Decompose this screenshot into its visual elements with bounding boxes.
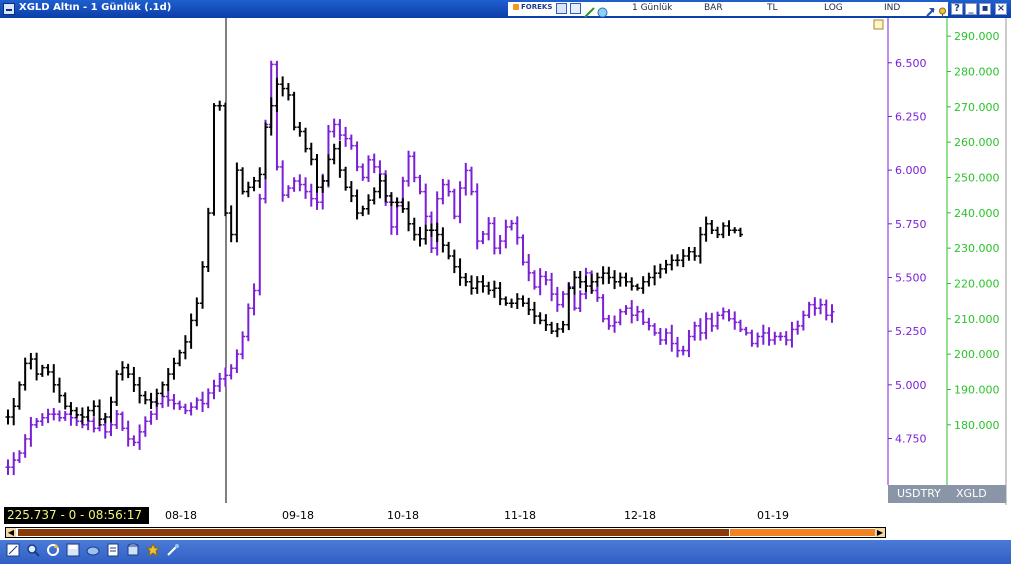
xgld-axis-label: 190.000: [954, 383, 1000, 396]
close-button[interactable]: ×: [995, 3, 1007, 15]
table-icon[interactable]: [570, 3, 581, 14]
month-label: 12-18: [624, 509, 656, 522]
save-icon[interactable]: [66, 543, 80, 557]
price-chart[interactable]: 4.750 5.000 5.250 5.500 5.750 6.000 6.250 6.500…: [0, 18, 1011, 505]
usdtry-axis-label: 5.500: [895, 271, 927, 284]
xgld-axis-label: 270.000: [954, 101, 1000, 114]
chart-toolbar: FOREKS ◂ ▾ 1 Günlük BAR TL LOG IND: [508, 2, 948, 18]
layers-icon[interactable]: [86, 543, 100, 557]
help-button[interactable]: ?: [951, 3, 963, 15]
month-label: 09-18: [282, 509, 314, 522]
draw-pencil-icon[interactable]: [584, 3, 595, 18]
bar-button[interactable]: BAR: [704, 3, 723, 13]
window-title: XGLD Altın - 1 Günlük (.1d): [19, 2, 172, 13]
pin-icon[interactable]: [937, 3, 948, 18]
settings-icon[interactable]: [166, 543, 180, 557]
xgld-axis-label: 200.000: [954, 348, 1000, 361]
xgld-axis-label: 210.000: [954, 313, 1000, 326]
search-icon[interactable]: [26, 543, 40, 557]
foreks-logo: FOREKS: [513, 3, 552, 11]
usdtry-axis-label: 4.750: [895, 433, 927, 446]
usdtry-axis-label: 5.250: [895, 325, 927, 338]
document-icon[interactable]: [106, 543, 120, 557]
xgld-axis-label: 290.000: [954, 30, 1000, 43]
xgld-axis-label: 230.000: [954, 242, 1000, 255]
log-button[interactable]: LOG: [824, 3, 843, 13]
refresh-icon[interactable]: [46, 543, 60, 557]
usdtry-axis-label: 5.750: [895, 218, 927, 231]
xgld-axis-label: 180.000: [954, 419, 1000, 432]
scroll-right-icon[interactable]: ▶: [875, 528, 885, 537]
usdtry-axis-label: 6.000: [895, 164, 927, 177]
period-selector[interactable]: 1 Günlük: [632, 3, 672, 13]
expand-arrow-icon[interactable]: [925, 3, 936, 17]
tl-button[interactable]: TL: [767, 3, 778, 13]
scroll-left-icon[interactable]: ◀: [6, 528, 16, 537]
scroll-thumb[interactable]: [730, 529, 875, 536]
usdtry-axis-label: 6.250: [895, 110, 927, 123]
restore-button[interactable]: ▪: [979, 3, 991, 15]
ind-button[interactable]: IND: [884, 3, 900, 13]
xgld-axis-label: 280.000: [954, 66, 1000, 79]
xgld-axis-label: 240.000: [954, 207, 1000, 220]
legend-xgld: XGLD: [956, 487, 987, 500]
scroll-track[interactable]: [18, 529, 729, 536]
legend-usdtry: USDTRY: [897, 487, 941, 500]
arrow-down-icon[interactable]: ▾: [618, 3, 630, 14]
app-icon: [3, 3, 15, 15]
database-icon[interactable]: [126, 543, 140, 557]
usdtry-axis-label: 6.500: [895, 57, 927, 70]
time-scrollbar[interactable]: ◀ ▶: [5, 527, 886, 538]
globe-icon[interactable]: [597, 3, 608, 18]
month-label: 10-18: [387, 509, 419, 522]
title-bar: XGLD Altın - 1 Günlük (.1d) FOREKS ◂ ▾ 1…: [0, 0, 1011, 18]
price-readout: 225.737 - 0 - 08:56:17: [4, 507, 149, 524]
bottom-toolbar: [0, 540, 1011, 564]
minimize-button[interactable]: _: [965, 3, 977, 15]
month-label: 08-18: [165, 509, 197, 522]
zoom-icon[interactable]: [6, 543, 20, 557]
xgld-axis-label: 250.000: [954, 171, 1000, 184]
month-label: 01-19: [757, 509, 789, 522]
usdtry-axis-label: 5.000: [895, 379, 927, 392]
xgld-axis-label: 220.000: [954, 277, 1000, 290]
month-label: 11-18: [504, 509, 536, 522]
star-icon[interactable]: [146, 543, 160, 557]
chart-window-icon[interactable]: [556, 3, 567, 14]
series-legend: USDTRY XGLD: [888, 485, 1006, 503]
chart-options-icon[interactable]: [873, 19, 884, 30]
xgld-axis-label: 260.000: [954, 136, 1000, 149]
